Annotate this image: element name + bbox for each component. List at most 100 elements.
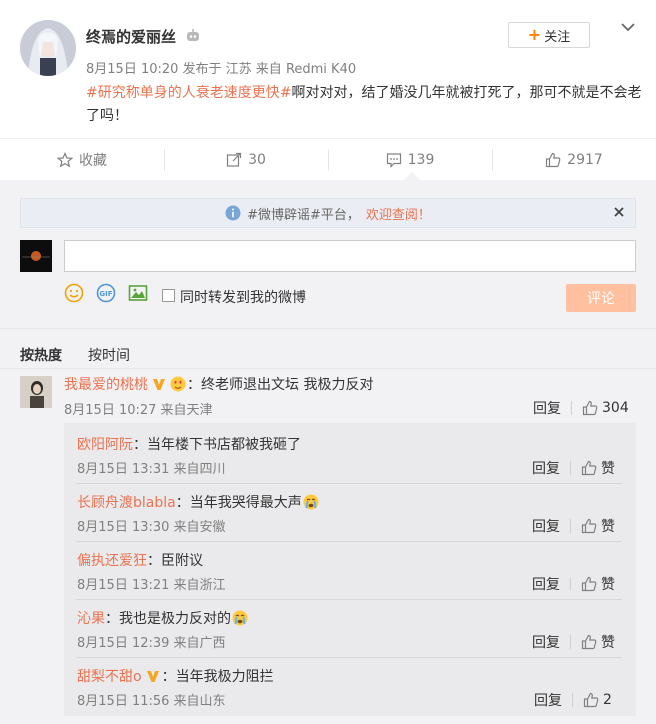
author-avatar[interactable] xyxy=(20,20,76,76)
repost-button[interactable]: 30 xyxy=(164,139,328,180)
reply-button[interactable]: 回复 xyxy=(533,398,561,418)
svg-text:GIF: GIF xyxy=(99,290,112,298)
plus-icon: + xyxy=(527,25,542,44)
rumor-link[interactable]: 欢迎查阅！ xyxy=(366,204,431,223)
reply-meta: 8月15日 11:56 来自山东 xyxy=(77,694,226,709)
thumbs-up-icon[interactable] xyxy=(581,576,597,592)
sort-by-hot[interactable]: 按热度 xyxy=(20,345,62,365)
divider xyxy=(0,368,656,369)
reply-divider xyxy=(76,657,622,658)
comment-input[interactable] xyxy=(64,240,636,272)
rumor-text: #微博辟谣#平台， xyxy=(247,207,360,223)
reply-button[interactable]: 回复 xyxy=(534,690,562,710)
my-avatar[interactable] xyxy=(20,240,52,272)
reply-user[interactable]: 长顾舟渡blabla xyxy=(77,492,176,512)
author-name[interactable]: 终焉的爱丽丝 xyxy=(86,26,176,47)
reply-button[interactable]: 回复 xyxy=(532,516,560,536)
reply-user[interactable]: 欧阳阿阮 xyxy=(77,434,133,454)
comment-meta: 8月15日 10:27 来自天津 xyxy=(64,403,213,418)
like-count[interactable]: 2 xyxy=(603,692,612,708)
star-icon xyxy=(57,151,73,167)
reply-button[interactable]: 回复 xyxy=(532,574,560,594)
follow-button[interactable]: + 关注 xyxy=(508,22,590,48)
reply-item: 偏执还爱狂 ：臣附议 xyxy=(77,550,203,570)
reply-divider xyxy=(76,599,622,600)
comment-text: ：终老师退出文坛 我极力反对 xyxy=(187,377,374,393)
thumbs-up-icon[interactable] xyxy=(581,634,597,650)
like-button[interactable]: 2917 xyxy=(492,139,656,180)
verified-v-icon xyxy=(153,379,165,390)
chevron-down-icon[interactable] xyxy=(618,20,638,36)
reply-text: ：臣附议 xyxy=(147,553,203,569)
close-icon[interactable] xyxy=(612,205,626,219)
rumor-notice[interactable]: #微博辟谣#平台， 欢迎查阅！ xyxy=(20,198,636,228)
favorite-label: 收藏 xyxy=(79,152,107,169)
reply-divider xyxy=(76,483,622,484)
thumbs-up-icon[interactable] xyxy=(583,692,599,708)
like-label[interactable]: 赞 xyxy=(601,458,615,478)
reply-user[interactable]: 沁果 xyxy=(77,608,105,628)
reply-button[interactable]: 回复 xyxy=(532,458,560,478)
separator xyxy=(570,577,571,591)
sort-by-time[interactable]: 按时间 xyxy=(88,345,130,365)
reply-actions: 回复 2 xyxy=(534,690,612,710)
comment-count: 139 xyxy=(407,151,435,168)
repost-checkbox-label[interactable]: 同时转发到我的微博 xyxy=(180,287,306,307)
reply-text: ：当年楼下书店都被我砸了 xyxy=(133,437,301,453)
robot-icon xyxy=(187,29,199,41)
info-icon xyxy=(225,205,241,221)
reply-text: ：当年我极力阻拦 xyxy=(161,669,274,685)
action-bar: 收藏 30 139 2917 xyxy=(0,138,656,180)
crying-emoji-icon xyxy=(232,610,248,626)
reply-button[interactable]: 回复 xyxy=(532,632,560,652)
post-body: #研究称单身的人衰老速度更快#啊对对对，结了婚没几年就被打死了，那可不就是不会老… xyxy=(86,82,646,128)
like-count: 2917 xyxy=(567,151,603,168)
gif-icon[interactable]: GIF xyxy=(96,283,116,303)
reply-actions: 回复 赞 xyxy=(532,516,615,536)
love-face-emoji-icon xyxy=(170,376,186,392)
reply-meta: 8月15日 13:31 来自四川 xyxy=(77,462,226,477)
submit-comment-button[interactable]: 评论 xyxy=(566,284,636,312)
reply-text: ：我也是极力反对的 xyxy=(105,611,231,627)
reply-actions: 回复 赞 xyxy=(532,458,615,478)
reply-item: 长顾舟渡blabla ：当年我哭得最大声 xyxy=(77,492,320,512)
repost-icon xyxy=(226,152,242,167)
reply-meta: 8月15日 13:21 来自浙江 xyxy=(77,578,226,593)
like-label[interactable]: 赞 xyxy=(601,516,615,536)
comment-icon xyxy=(386,152,401,168)
like-label[interactable]: 赞 xyxy=(601,632,615,652)
active-tab-caret xyxy=(404,172,420,180)
thumbs-up-icon[interactable] xyxy=(581,460,597,476)
favorite-button[interactable]: 收藏 xyxy=(0,139,164,180)
reply-text: ：当年我哭得最大声 xyxy=(175,495,302,511)
separator xyxy=(572,693,573,707)
topic-link[interactable]: #研究称单身的人衰老速度更快# xyxy=(86,85,291,101)
thumbs-up-icon[interactable] xyxy=(582,400,598,416)
thumbs-up-icon xyxy=(546,152,561,167)
reply-user[interactable]: 偏执还爱狂 xyxy=(77,550,147,570)
divider xyxy=(0,328,656,329)
image-icon[interactable] xyxy=(128,283,148,303)
reply-actions: 回复 赞 xyxy=(532,574,615,594)
separator xyxy=(570,635,571,649)
emoji-icon[interactable] xyxy=(64,283,84,303)
reply-item: 欧阳阿阮 ：当年楼下书店都被我砸了 xyxy=(77,434,301,454)
repost-checkbox[interactable] xyxy=(162,289,175,302)
reply-meta: 8月15日 13:30 来自安徽 xyxy=(77,520,226,535)
reply-meta: 8月15日 12:39 来自广西 xyxy=(77,636,226,651)
follow-label: 关注 xyxy=(544,29,571,45)
comment-avatar[interactable] xyxy=(20,376,52,408)
like-label[interactable]: 赞 xyxy=(601,574,615,594)
reply-user[interactable]: 甜梨不甜o xyxy=(77,666,142,686)
reply-item: 甜梨不甜o ：当年我极力阻拦 xyxy=(77,666,274,686)
repost-count: 30 xyxy=(248,151,266,168)
comment-user[interactable]: 我最爱的桃桃 xyxy=(64,374,148,394)
verified-v-icon xyxy=(146,671,159,682)
comment-like-count[interactable]: 304 xyxy=(602,400,629,416)
separator xyxy=(570,519,571,533)
reply-actions: 回复 赞 xyxy=(532,632,615,652)
separator xyxy=(571,401,572,415)
thumbs-up-icon[interactable] xyxy=(581,518,597,534)
reply-divider xyxy=(76,541,622,542)
comment-actions: 回复 304 xyxy=(533,398,629,418)
